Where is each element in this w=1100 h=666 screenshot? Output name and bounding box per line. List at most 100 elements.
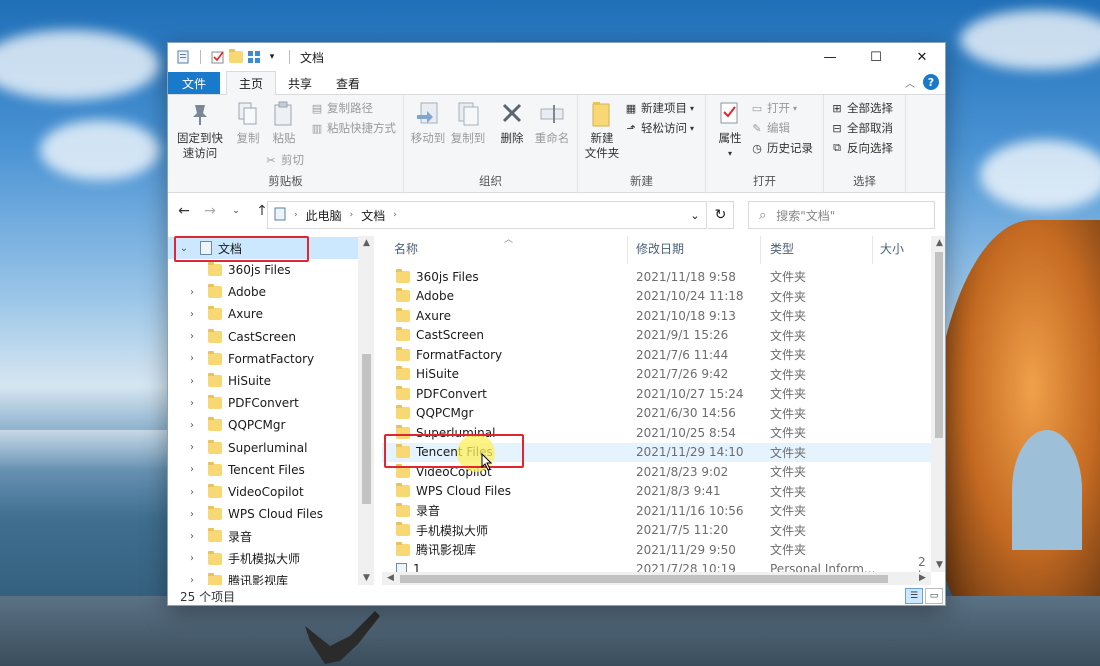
nav-scroll-thumb[interactable]	[362, 354, 371, 504]
nav-item[interactable]: › VideoCopilot	[168, 481, 358, 503]
column-size[interactable]: 大小	[880, 240, 904, 257]
file-row[interactable]: 录音 2021/11/16 10:56 文件夹	[382, 501, 931, 521]
breadcrumb-documents[interactable]: 文档	[361, 207, 385, 224]
help-icon[interactable]: ?	[923, 74, 939, 90]
file-row[interactable]: FormatFactory 2021/7/6 11:44 文件夹	[382, 345, 931, 365]
delete-button[interactable]: 删除	[492, 99, 532, 146]
nav-item[interactable]: › PDFConvert	[168, 392, 358, 414]
nav-item[interactable]: › HiSuite	[168, 370, 358, 392]
search-box[interactable]: ⌕ 搜索"文档"	[748, 201, 935, 229]
history-button[interactable]: ◷ 历史记录	[750, 139, 813, 157]
file-row[interactable]: HiSuite 2021/7/26 9:42 文件夹	[382, 365, 931, 385]
cut-button[interactable]: ✂ 剪切	[264, 151, 304, 169]
column-date[interactable]: 修改日期	[636, 240, 684, 257]
minimize-button[interactable]: —	[807, 43, 853, 71]
grid-qat-icon[interactable]	[247, 50, 261, 64]
address-dropdown-icon[interactable]: ⌄	[684, 209, 706, 222]
checkbox-qat-icon[interactable]	[211, 50, 225, 64]
edit-button[interactable]: ✎ 编辑	[750, 119, 790, 137]
chevron-right-icon[interactable]: ›	[184, 442, 200, 453]
nav-item[interactable]: › 手机模拟大师	[168, 548, 358, 570]
chevron-right-icon[interactable]: ›	[184, 398, 200, 409]
file-row[interactable]: WPS Cloud Files 2021/8/3 9:41 文件夹	[382, 482, 931, 502]
nav-item[interactable]: 360js Files	[168, 259, 358, 281]
pin-button[interactable]: 固定到快 速访问	[172, 99, 228, 161]
forward-arrow-icon[interactable]: →	[200, 203, 220, 219]
file-row[interactable]: 360js Files 2021/11/18 9:58 文件夹	[382, 267, 931, 287]
refresh-button[interactable]: ↻	[708, 201, 734, 229]
nav-item[interactable]: › QQPCMgr	[168, 414, 358, 436]
chevron-right-icon[interactable]: ›	[184, 376, 200, 387]
open-button[interactable]: ▭ 打开 ▾	[750, 99, 797, 117]
tab-share[interactable]: 共享	[276, 72, 324, 94]
chevron-right-icon[interactable]: ›	[184, 531, 200, 542]
file-row[interactable]: PDFConvert 2021/10/27 15:24 文件夹	[382, 384, 931, 404]
details-view-icon[interactable]: ☰	[905, 588, 923, 604]
new-item-button[interactable]: ▦ 新建项目 ▾	[624, 99, 694, 117]
new-folder-button[interactable]: 新建 文件夹	[582, 99, 622, 161]
close-button[interactable]: ✕	[899, 43, 945, 71]
file-row[interactable]: QQPCMgr 2021/6/30 14:56 文件夹	[382, 404, 931, 424]
list-scroll-down-icon[interactable]: ▼	[931, 560, 945, 570]
chevron-right-icon[interactable]: ›	[184, 487, 200, 498]
chevron-right-icon[interactable]: ›	[184, 464, 200, 475]
tab-file[interactable]: 文件	[168, 72, 220, 94]
nav-item[interactable]: › Adobe	[168, 281, 358, 303]
nav-item[interactable]: › Axure	[168, 303, 358, 325]
copy-path-button[interactable]: ▤ 复制路径	[310, 99, 373, 117]
rename-button[interactable]: 重命名	[532, 99, 572, 146]
invert-selection-button[interactable]: ⧉ 反向选择	[830, 139, 893, 157]
properties-qat-icon[interactable]	[176, 50, 190, 64]
list-scroll-thumb[interactable]	[935, 252, 943, 438]
new-folder-qat-icon[interactable]	[229, 49, 243, 64]
column-name[interactable]: 名称	[394, 240, 418, 257]
list-scrollbar[interactable]: ▲ ▼	[931, 236, 945, 572]
tab-home[interactable]: 主页	[226, 71, 277, 95]
scroll-right-icon[interactable]: ▶	[914, 573, 931, 583]
file-row[interactable]: 腾讯影视库 2021/11/29 9:50 文件夹	[382, 540, 931, 560]
copy-to-button[interactable]: 复制到	[448, 99, 488, 146]
select-all-button[interactable]: ⊞ 全部选择	[830, 99, 893, 117]
select-none-button[interactable]: ⊟ 全部取消	[830, 119, 893, 137]
address-bar[interactable]: › 此电脑 › 文档 › ⌄	[267, 201, 707, 229]
paste-shortcut-button[interactable]: ▥ 粘贴快捷方式	[310, 119, 396, 137]
chevron-right-icon[interactable]: ›	[184, 287, 200, 298]
file-row[interactable]: CastScreen 2021/9/1 15:26 文件夹	[382, 326, 931, 346]
chevron-right-icon[interactable]: ›	[184, 420, 200, 431]
chevron-right-icon[interactable]: ›	[184, 309, 200, 320]
easy-access-button[interactable]: ⬏ 轻松访问 ▾	[624, 119, 694, 137]
back-arrow-icon[interactable]: ←	[174, 203, 194, 219]
move-to-button[interactable]: 移动到	[408, 99, 448, 146]
collapse-ribbon-icon[interactable]: ︿	[905, 75, 915, 90]
maximize-button[interactable]: ☐	[853, 43, 899, 71]
nav-item[interactable]: › FormatFactory	[168, 348, 358, 370]
nav-item[interactable]: › Superluminal	[168, 437, 358, 459]
column-type[interactable]: 类型	[770, 240, 794, 257]
file-row[interactable]: 手机模拟大师 2021/7/5 11:20 文件夹	[382, 521, 931, 541]
scroll-left-icon[interactable]: ◀	[382, 573, 399, 583]
nav-item[interactable]: › CastScreen	[168, 326, 358, 348]
list-scroll-up-icon[interactable]: ▲	[931, 238, 945, 248]
copy-button[interactable]: 复制	[228, 99, 268, 146]
nav-item[interactable]: › 腾讯影视库	[168, 570, 358, 585]
scroll-up-icon[interactable]: ▲	[358, 238, 374, 248]
properties-button[interactable]: 属性 ▾	[710, 99, 750, 161]
nav-item[interactable]: › WPS Cloud Files	[168, 503, 358, 525]
horizontal-scrollbar[interactable]: ◀ ▶	[382, 572, 931, 585]
chevron-right-icon[interactable]: ›	[184, 331, 200, 342]
horizontal-scroll-thumb[interactable]	[400, 575, 888, 583]
file-row[interactable]: Adobe 2021/10/24 11:18 文件夹	[382, 287, 931, 307]
nav-scrollbar[interactable]: ▲ ▼	[358, 236, 374, 585]
chevron-right-icon[interactable]: ›	[184, 509, 200, 520]
chevron-right-icon[interactable]: ›	[184, 575, 200, 585]
nav-item[interactable]: › 录音	[168, 525, 358, 547]
qat-dropdown-icon[interactable]: ▾	[265, 50, 279, 64]
large-icons-view-icon[interactable]: ▭	[925, 588, 943, 604]
tab-view[interactable]: 查看	[324, 72, 372, 94]
chevron-right-icon[interactable]: ›	[184, 353, 200, 364]
scroll-down-icon[interactable]: ▼	[358, 573, 374, 583]
chevron-right-icon[interactable]: ›	[184, 553, 200, 564]
nav-item[interactable]: › Tencent Files	[168, 459, 358, 481]
file-row[interactable]: Axure 2021/10/18 9:13 文件夹	[382, 306, 931, 326]
breadcrumb-this-pc[interactable]: 此电脑	[306, 207, 342, 224]
